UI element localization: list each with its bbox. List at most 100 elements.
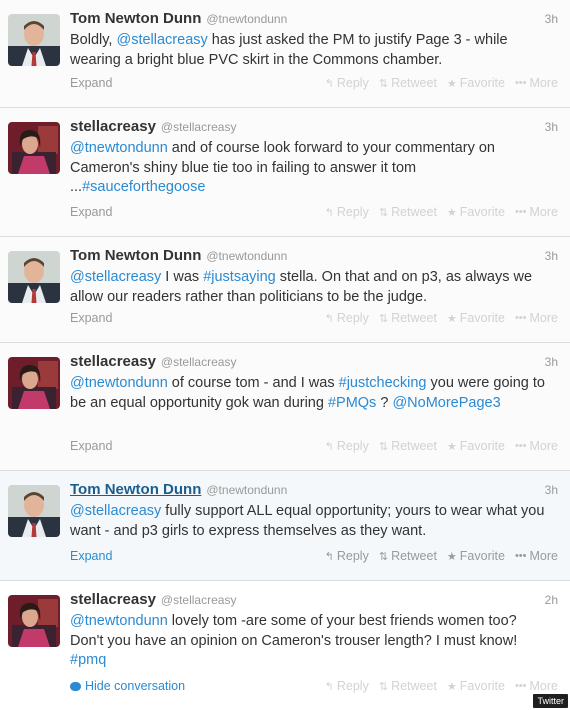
reply-button[interactable]: ↰ Reply <box>325 679 369 693</box>
mention-link[interactable]: @stellacreasy <box>116 32 207 48</box>
avatar[interactable] <box>8 122 60 174</box>
avatar[interactable] <box>8 251 60 303</box>
reply-button[interactable]: ↰ Reply <box>325 549 369 563</box>
expand-link[interactable]: Expand <box>70 205 112 219</box>
more-label: More <box>529 311 558 325</box>
author-name[interactable]: Tom Newton Dunn <box>70 10 201 27</box>
hashtag-link[interactable]: #justchecking <box>339 375 427 391</box>
favorite-label: Favorite <box>459 205 505 219</box>
reply-button[interactable]: ↰ Reply <box>325 311 369 325</box>
avatar[interactable] <box>8 485 60 537</box>
tweet-text: Boldly, @stellacreasy has just asked the… <box>70 31 558 70</box>
author-handle[interactable]: @tnewtondunn <box>206 249 287 263</box>
author-name[interactable]: stellacreasy <box>70 353 156 370</box>
mention-link[interactable]: @tnewtondunn <box>70 375 168 391</box>
retweet-label: Retweet <box>391 311 437 325</box>
tom-newton-dunn-avatar <box>8 251 60 303</box>
timestamp[interactable]: 3h <box>545 249 558 263</box>
more-button[interactable]: ••• More <box>515 76 558 90</box>
favorite-button[interactable]: ★ Favorite <box>447 311 505 325</box>
author-handle[interactable]: @stellacreasy <box>161 355 237 369</box>
retweet-label: Retweet <box>391 549 437 563</box>
more-button[interactable]: ••• More <box>515 311 558 325</box>
favorite-label: Favorite <box>459 549 505 563</box>
hide-conversation-link[interactable]: Hide conversation <box>70 679 185 693</box>
more-dots-icon: ••• <box>514 440 527 452</box>
reply-button[interactable]: ↰ Reply <box>325 439 369 453</box>
timestamp[interactable]: 3h <box>545 120 558 134</box>
tweet[interactable]: Tom Newton Dunn @tnewtondunn 3h Boldly, … <box>0 0 570 108</box>
retweet-button[interactable]: ⇅ Retweet <box>379 679 437 693</box>
hashtag-link[interactable]: #PMQs <box>328 395 376 411</box>
favorite-button[interactable]: ★ Favorite <box>447 76 505 90</box>
favorite-label: Favorite <box>459 76 505 90</box>
reply-icon: ↰ <box>324 206 334 219</box>
tom-newton-dunn-avatar <box>8 14 60 66</box>
reply-label: Reply <box>336 205 369 219</box>
favorite-button[interactable]: ★ Favorite <box>447 205 505 219</box>
mention-link[interactable]: @stellacreasy <box>70 269 161 285</box>
mention-link[interactable]: @tnewtondunn <box>70 140 168 156</box>
retweet-icon: ⇅ <box>378 680 389 693</box>
timestamp[interactable]: 3h <box>545 12 558 26</box>
author-handle[interactable]: @tnewtondunn <box>206 12 287 26</box>
reply-button[interactable]: ↰ Reply <box>325 205 369 219</box>
retweet-button[interactable]: ⇅ Retweet <box>379 439 437 453</box>
timestamp[interactable]: 3h <box>545 355 558 369</box>
author-name[interactable]: Tom Newton Dunn <box>70 481 201 498</box>
tweet[interactable]: stellacreasy @stellacreasy 3h @tnewtondu… <box>0 108 570 237</box>
favorite-button[interactable]: ★ Favorite <box>447 439 505 453</box>
favorite-star-icon: ★ <box>446 440 457 453</box>
expand-link[interactable]: Expand <box>70 439 112 453</box>
timestamp[interactable]: 3h <box>545 483 558 497</box>
tweet[interactable]: Tom Newton Dunn @tnewtondunn 3h @stellac… <box>0 471 570 581</box>
retweet-button[interactable]: ⇅ Retweet <box>379 311 437 325</box>
mention-link[interactable]: @stellacreasy <box>70 503 161 519</box>
mention-link[interactable]: @NoMorePage3 <box>392 395 500 411</box>
favorite-label: Favorite <box>459 679 505 693</box>
more-dots-icon: ••• <box>514 312 527 324</box>
reply-button[interactable]: ↰ Reply <box>325 76 369 90</box>
favorite-button[interactable]: ★ Favorite <box>447 549 505 563</box>
avatar[interactable] <box>8 357 60 409</box>
more-button[interactable]: ••• More <box>515 679 558 693</box>
retweet-button[interactable]: ⇅ Retweet <box>379 205 437 219</box>
tweet-text: @tnewtondunn of course tom - and I was #… <box>70 374 558 413</box>
expand-link[interactable]: Expand <box>70 549 112 563</box>
reply-label: Reply <box>336 679 369 693</box>
favorite-star-icon: ★ <box>446 312 457 325</box>
timestamp[interactable]: 2h <box>545 593 558 607</box>
stella-creasy-avatar <box>8 122 60 174</box>
hashtag-link[interactable]: #justsaying <box>203 269 276 285</box>
favorite-label: Favorite <box>459 439 505 453</box>
tweet-footer: Expand ↰ Reply ⇅ Retweet ★ Favorite ••• More <box>70 204 558 220</box>
author-handle[interactable]: @stellacreasy <box>161 120 237 134</box>
retweet-label: Retweet <box>391 439 437 453</box>
avatar[interactable] <box>8 14 60 66</box>
more-button[interactable]: ••• More <box>515 205 558 219</box>
expand-link[interactable]: Expand <box>70 311 112 325</box>
author-name[interactable]: stellacreasy <box>70 591 156 608</box>
author-handle[interactable]: @tnewtondunn <box>206 483 287 497</box>
author-handle[interactable]: @stellacreasy <box>161 593 237 607</box>
tweet[interactable]: stellacreasy @stellacreasy 3h @tnewtondu… <box>0 343 570 471</box>
more-button[interactable]: ••• More <box>515 439 558 453</box>
hashtag-link[interactable]: #pmq <box>70 652 106 668</box>
author-name[interactable]: stellacreasy <box>70 118 156 135</box>
reply-icon: ↰ <box>324 440 334 453</box>
retweet-button[interactable]: ⇅ Retweet <box>379 549 437 563</box>
more-button[interactable]: ••• More <box>515 549 558 563</box>
author-name[interactable]: Tom Newton Dunn <box>70 247 201 264</box>
tweet[interactable]: Tom Newton Dunn @tnewtondunn 3h @stellac… <box>0 237 570 343</box>
tweet[interactable]: stellacreasy @stellacreasy 2h @tnewtondu… <box>0 581 570 710</box>
favorite-button[interactable]: ★ Favorite <box>447 679 505 693</box>
avatar[interactable] <box>8 595 60 647</box>
tweet-footer: Hide conversation ↰ Reply ⇅ Retweet ★ Favor… <box>70 678 558 694</box>
tweet-footer: Expand ↰ Reply ⇅ Retweet ★ Favorite ••• More <box>70 548 558 564</box>
mention-link[interactable]: @tnewtondunn <box>70 613 168 629</box>
retweet-button[interactable]: ⇅ Retweet <box>379 76 437 90</box>
expand-link[interactable]: Expand <box>70 76 112 90</box>
hashtag-link[interactable]: #sauceforthegoose <box>82 179 205 195</box>
favorite-star-icon: ★ <box>446 77 457 90</box>
tweet-actions: ↰ Reply ⇅ Retweet ★ Favorite ••• More <box>315 76 558 90</box>
